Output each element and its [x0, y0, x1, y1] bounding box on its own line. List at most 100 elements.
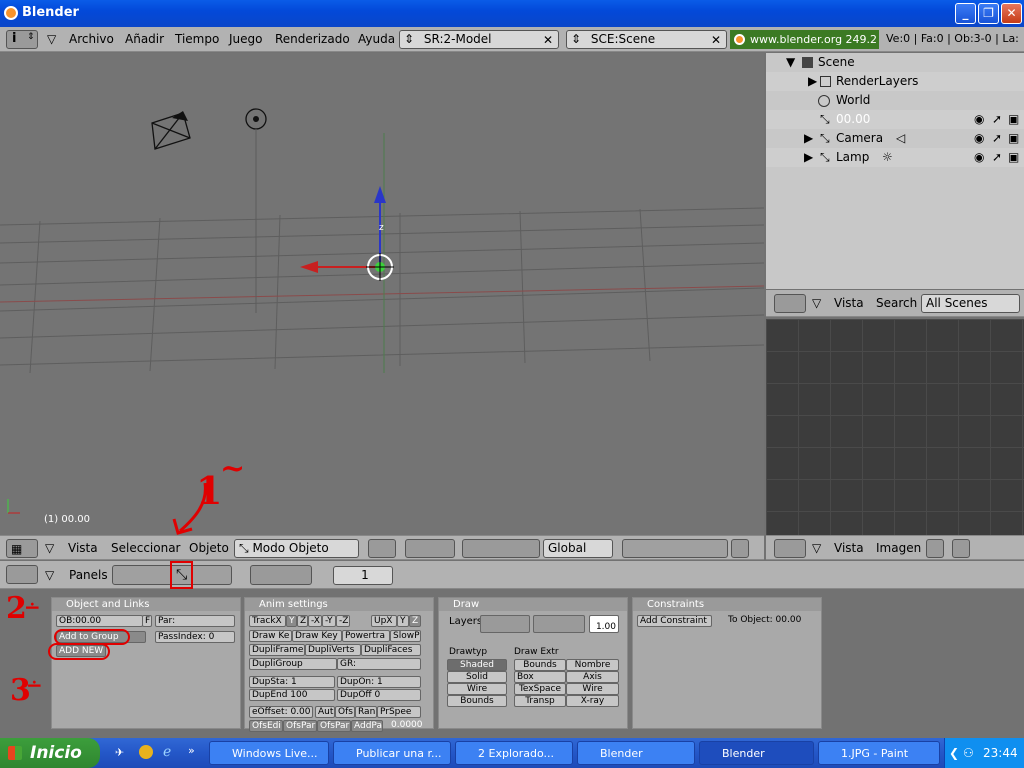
menu-anadir[interactable]: Añadir: [125, 32, 164, 46]
frame-field[interactable]: 1: [333, 566, 393, 585]
ofsedit-button[interactable]: OfsEdi: [249, 720, 283, 732]
subcontext-buttons[interactable]: [250, 565, 312, 585]
screen-selector[interactable]: ⇕ SR:2-Model ✕: [399, 30, 559, 49]
layer-buttons-2[interactable]: [533, 615, 585, 633]
dupliframe-button[interactable]: DupliFrame: [249, 644, 305, 656]
extra-transp[interactable]: Transp: [514, 695, 566, 707]
powertrack-button[interactable]: Powertra: [342, 630, 390, 642]
outliner-menu-search[interactable]: Search: [876, 296, 917, 310]
image-browse-button[interactable]: [926, 539, 944, 558]
fake-user-button[interactable]: F: [142, 615, 152, 627]
visibility-eye-icon[interactable]: ◉: [974, 110, 984, 129]
draw-key-sel-button[interactable]: Draw Key: [292, 630, 342, 642]
draw-key-button[interactable]: Draw Ke: [249, 630, 292, 642]
addpar-button[interactable]: AddPa: [351, 720, 383, 732]
upx-button[interactable]: UpX: [371, 615, 397, 627]
image-lock-icon[interactable]: [952, 539, 970, 558]
layer-buttons[interactable]: [622, 539, 728, 558]
drawtype-wire[interactable]: Wire: [447, 683, 507, 695]
orientation-selector[interactable]: Global: [543, 539, 613, 558]
task-blender-1[interactable]: Blender: [577, 741, 695, 765]
panel-header[interactable]: Draw: [439, 598, 627, 611]
extra-box[interactable]: Box: [514, 671, 566, 683]
outliner-row-renderlayers[interactable]: ▶ RenderLayers: [766, 72, 1024, 91]
3d-viewport[interactable]: z (1) 00.00 1 ~: [0, 53, 764, 535]
parent-field[interactable]: Par:: [155, 615, 235, 627]
buttons-editor-type-button[interactable]: [6, 565, 38, 584]
collapse-triangle-icon[interactable]: ▽: [45, 568, 54, 582]
more-icon[interactable]: »: [188, 744, 195, 757]
task-opera[interactable]: Publicar una r...: [333, 741, 451, 765]
layer-buttons[interactable]: [480, 615, 530, 633]
outliner-row-world[interactable]: World: [766, 91, 1024, 110]
track-my-button[interactable]: -Y: [322, 615, 336, 627]
ofspar2-button[interactable]: OfsPar: [317, 720, 351, 732]
add-constraint-button[interactable]: Add Constraint: [637, 615, 712, 627]
ie-icon[interactable]: ℯ: [163, 744, 171, 760]
draw-scale-field[interactable]: 1.00: [589, 615, 619, 633]
expand-arrow-icon[interactable]: ▶: [804, 148, 813, 167]
outliner-row-scene[interactable]: ▼ Scene: [766, 53, 1024, 72]
expand-arrow-icon[interactable]: ▼: [786, 53, 795, 72]
outliner-filter-selector[interactable]: All Scenes: [921, 294, 1020, 313]
pass-index-field[interactable]: PassIndex: 0: [155, 631, 235, 643]
outliner-row-lamp[interactable]: ▶ ⤡ Lamp ☼ ◉ ➚ ▣: [766, 148, 1024, 167]
prspeed-button[interactable]: PrSpee: [377, 706, 421, 718]
render-icon[interactable]: ▣: [1008, 110, 1019, 129]
select-arrow-icon[interactable]: ➚: [992, 110, 1002, 129]
minimize-button[interactable]: _: [955, 3, 976, 24]
tray-collapse-icon[interactable]: ❮: [949, 738, 959, 768]
drawtype-solid[interactable]: Solid: [447, 671, 507, 683]
drawtype-shaded[interactable]: Shaded: [447, 659, 507, 671]
auto-button[interactable]: Aut: [315, 706, 335, 718]
slowpar-button[interactable]: SlowP: [390, 630, 421, 642]
collapse-triangle-icon[interactable]: ▽: [45, 541, 54, 555]
outliner-row-object[interactable]: ⤡ 00.00 ◉ ➚ ▣: [766, 110, 1024, 129]
chrome-icon[interactable]: [139, 745, 153, 759]
panel-header[interactable]: Anim settings: [245, 598, 433, 611]
scene-selector[interactable]: ⇕ SCE:Scene ✕: [566, 30, 727, 49]
ofspar-button[interactable]: OfsPar: [283, 720, 317, 732]
menu-vista[interactable]: Vista: [68, 541, 98, 555]
panels-menu[interactable]: Panels: [69, 568, 108, 582]
group-field[interactable]: GR:: [337, 658, 421, 670]
task-explorer[interactable]: 2 Explorado...: [455, 741, 573, 765]
close-button[interactable]: ✕: [1001, 3, 1022, 24]
dupoff-field[interactable]: DupOff 0: [337, 689, 421, 701]
viewport-editor-type-button[interactable]: ▦: [6, 539, 38, 558]
extra-xray[interactable]: X-ray: [566, 695, 619, 707]
task-windows-live[interactable]: Windows Live...: [209, 741, 329, 765]
collapse-triangle-icon[interactable]: ▽: [812, 296, 821, 310]
task-blender-2[interactable]: Blender: [699, 741, 814, 765]
track-y-button[interactable]: Y: [286, 615, 297, 627]
network-icon[interactable]: ⚇: [963, 738, 974, 768]
draw-type-button[interactable]: [368, 539, 396, 558]
offset-button[interactable]: Ofs: [335, 706, 355, 718]
mode-selector[interactable]: ⤡ Modo Objeto: [234, 539, 359, 558]
image-editor[interactable]: [766, 319, 1024, 535]
render-icon[interactable]: ▣: [1008, 148, 1019, 167]
visibility-eye-icon[interactable]: ◉: [974, 129, 984, 148]
track-mz-button[interactable]: -Z: [336, 615, 350, 627]
visibility-eye-icon[interactable]: ◉: [974, 148, 984, 167]
dupliverts-button[interactable]: DupliVerts: [305, 644, 361, 656]
random-button[interactable]: Ran: [355, 706, 377, 718]
track-mx-button[interactable]: -X: [308, 615, 322, 627]
lock-icon[interactable]: [731, 539, 749, 558]
duplifaces-button[interactable]: DupliFaces: [361, 644, 421, 656]
extra-bounds[interactable]: Bounds: [514, 659, 566, 671]
extra-axis[interactable]: Axis: [566, 671, 619, 683]
extra-wire[interactable]: Wire: [566, 683, 619, 695]
render-icon[interactable]: ▣: [1008, 129, 1019, 148]
maximize-button[interactable]: ❐: [978, 3, 999, 24]
quicklaunch-icon[interactable]: ✈: [115, 746, 124, 759]
delete-scene-icon[interactable]: ✕: [711, 32, 721, 49]
pivot-button[interactable]: [405, 539, 455, 558]
menu-seleccionar[interactable]: Seleccionar: [111, 541, 180, 555]
menu-objeto[interactable]: Objeto: [189, 541, 229, 555]
menu-archivo[interactable]: Archivo: [69, 32, 114, 46]
object-name-field[interactable]: OB:00.00: [56, 615, 143, 627]
outliner[interactable]: ▼ Scene ▶ RenderLayers World ⤡ 00.00 ◉ ➚…: [766, 53, 1024, 289]
dupend-field[interactable]: DupEnd 100: [249, 689, 335, 701]
time-offset-field[interactable]: eOffset: 0.00: [249, 706, 313, 718]
